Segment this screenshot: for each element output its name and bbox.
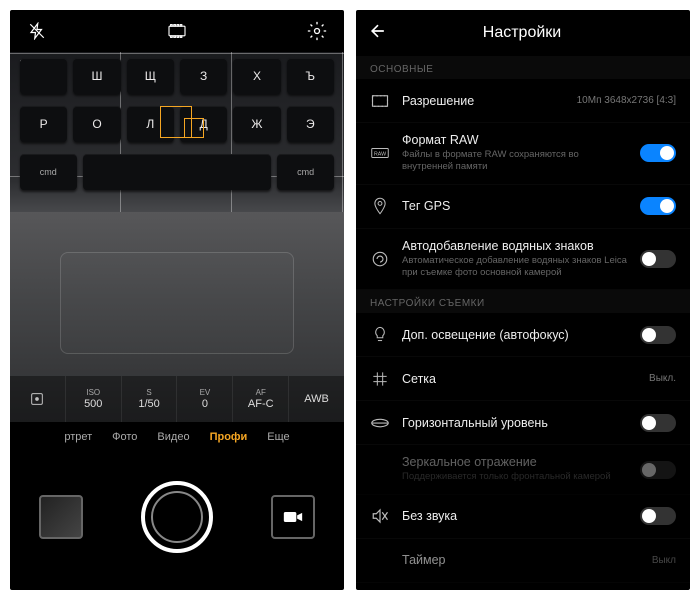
row-title: Без звука: [402, 509, 628, 523]
row-title: Формат RAW: [402, 133, 628, 147]
toggle-af-light[interactable]: [640, 326, 676, 344]
camera-topbar: [10, 10, 344, 52]
row-value: 10Мп 3648x2736 [4:3]: [577, 95, 676, 106]
grid-icon: [370, 371, 390, 387]
row-mute[interactable]: Без звука: [356, 495, 690, 539]
row-raw[interactable]: RAW Формат RAW Файлы в формате RAW сохра…: [356, 123, 690, 185]
flash-icon[interactable]: [26, 20, 48, 42]
mode-photo[interactable]: Фото: [112, 431, 137, 443]
location-icon: [370, 197, 390, 215]
gallery-thumbnail[interactable]: [39, 495, 83, 539]
camera-screen: RAW Ш Щ З Х Ъ Р О Л Д Ж Э cmd cmd: [10, 10, 344, 590]
keyboard-key-cmd: cmd: [277, 154, 334, 190]
param-label: EV: [200, 388, 211, 397]
param-wb[interactable]: AWB: [289, 376, 344, 422]
row-gps[interactable]: Тег GPS: [356, 185, 690, 229]
section-header-main: ОСНОВНЫЕ: [356, 56, 690, 79]
settings-list[interactable]: ОСНОВНЫЕ Разрешение 10Мп 3648x2736 [4:3]…: [356, 56, 690, 590]
param-value: AWB: [304, 393, 329, 405]
keyboard-key: Ш: [73, 58, 120, 94]
watermark-icon: [370, 250, 390, 268]
toggle-mirror: [640, 461, 676, 479]
keyboard-key: Э: [287, 106, 334, 142]
param-value: 1/50: [138, 398, 159, 410]
row-mirror: Зеркальное отражение Поддерживается толь…: [356, 445, 690, 494]
param-value: 500: [84, 398, 102, 410]
settings-screen: Настройки ОСНОВНЫЕ Разрешение 10Мп 3648x…: [356, 10, 690, 590]
param-value: AF-C: [248, 398, 274, 410]
row-title: Таймер: [402, 553, 640, 567]
row-value: Выкл: [652, 555, 676, 566]
row-level[interactable]: Горизонтальный уровень: [356, 401, 690, 445]
row-value: Выкл.: [649, 373, 676, 384]
mode-pro[interactable]: Профи: [210, 431, 248, 443]
bulb-icon: [370, 326, 390, 344]
mode-portrait[interactable]: ртрет: [64, 431, 92, 443]
resolution-icon: [370, 94, 390, 108]
toggle-level[interactable]: [640, 414, 676, 432]
param-label: S: [146, 388, 151, 397]
section-header-shoot: НАСТРОЙКИ СЪЕМКИ: [356, 290, 690, 313]
param-af[interactable]: AF AF-C: [233, 376, 289, 422]
row-title: Тег GPS: [402, 199, 628, 213]
row-resolution[interactable]: Разрешение 10Мп 3648x2736 [4:3]: [356, 79, 690, 123]
settings-header: Настройки: [356, 10, 690, 56]
shutter-button[interactable]: [141, 481, 213, 553]
row-grid[interactable]: Сетка Выкл.: [356, 357, 690, 401]
row-title: Автодобавление водяных знаков: [402, 239, 628, 253]
back-icon[interactable]: [368, 21, 388, 46]
mute-icon: [370, 508, 390, 524]
keyboard-key: О: [73, 106, 120, 142]
row-title: Сетка: [402, 372, 637, 386]
param-label: AF: [256, 388, 266, 397]
row-desc: Файлы в формате RAW сохраняются во внутр…: [402, 149, 628, 174]
row-title: Зеркальное отражение: [402, 455, 628, 469]
row-desc: Автоматическое добавление водяных знаков…: [402, 255, 628, 280]
settings-title: Настройки: [396, 24, 648, 42]
row-watermark[interactable]: Автодобавление водяных знаков Автоматиче…: [356, 229, 690, 291]
switch-camera-button[interactable]: [271, 495, 315, 539]
toggle-watermark[interactable]: [640, 250, 676, 268]
keyboard-key: Ж: [233, 106, 280, 142]
toggle-mute[interactable]: [640, 507, 676, 525]
viewfinder[interactable]: RAW Ш Щ З Х Ъ Р О Л Д Ж Э cmd cmd: [10, 52, 344, 422]
keyboard-key-cmd: cmd: [20, 154, 77, 190]
param-ev[interactable]: EV 0: [177, 376, 233, 422]
keyboard-key: Щ: [127, 58, 174, 94]
svg-text:RAW: RAW: [374, 152, 386, 158]
keyboard-key: Р: [20, 106, 67, 142]
keyboard-key: Ъ: [287, 58, 334, 94]
keyboard-key: [20, 58, 67, 94]
param-metering[interactable]: [10, 376, 66, 422]
focus-indicator: [184, 118, 204, 138]
row-title: Доп. освещение (автофокус): [402, 328, 628, 342]
keyboard-key: З: [180, 58, 227, 94]
row-desc: Поддерживается только фронтальной камеро…: [402, 471, 628, 483]
param-value: 0: [202, 398, 208, 410]
gear-icon[interactable]: [306, 20, 328, 42]
mode-selector[interactable]: ртрет Фото Видео Профи Еще: [10, 422, 344, 452]
mode-more[interactable]: Еще: [267, 431, 289, 443]
param-label: ISO: [86, 388, 100, 397]
level-icon: [370, 417, 390, 429]
keyboard-key: Х: [233, 58, 280, 94]
param-shutter[interactable]: S 1/50: [122, 376, 178, 422]
toggle-raw[interactable]: [640, 144, 676, 162]
toggle-gps[interactable]: [640, 197, 676, 215]
param-iso[interactable]: ISO 500: [66, 376, 122, 422]
row-af-light[interactable]: Доп. освещение (автофокус): [356, 313, 690, 357]
pro-params-bar: ISO 500 S 1/50 EV 0 AF AF-C AWB: [10, 376, 344, 422]
shutter-row: [10, 452, 344, 582]
raw-icon: RAW: [370, 147, 390, 159]
row-title: Разрешение: [402, 94, 565, 108]
mode-video[interactable]: Видео: [157, 431, 189, 443]
row-timer[interactable]: Таймер Выкл: [356, 539, 690, 583]
film-icon[interactable]: [166, 20, 188, 42]
row-title: Горизонтальный уровень: [402, 416, 628, 430]
keyboard-key-space: [83, 154, 272, 190]
